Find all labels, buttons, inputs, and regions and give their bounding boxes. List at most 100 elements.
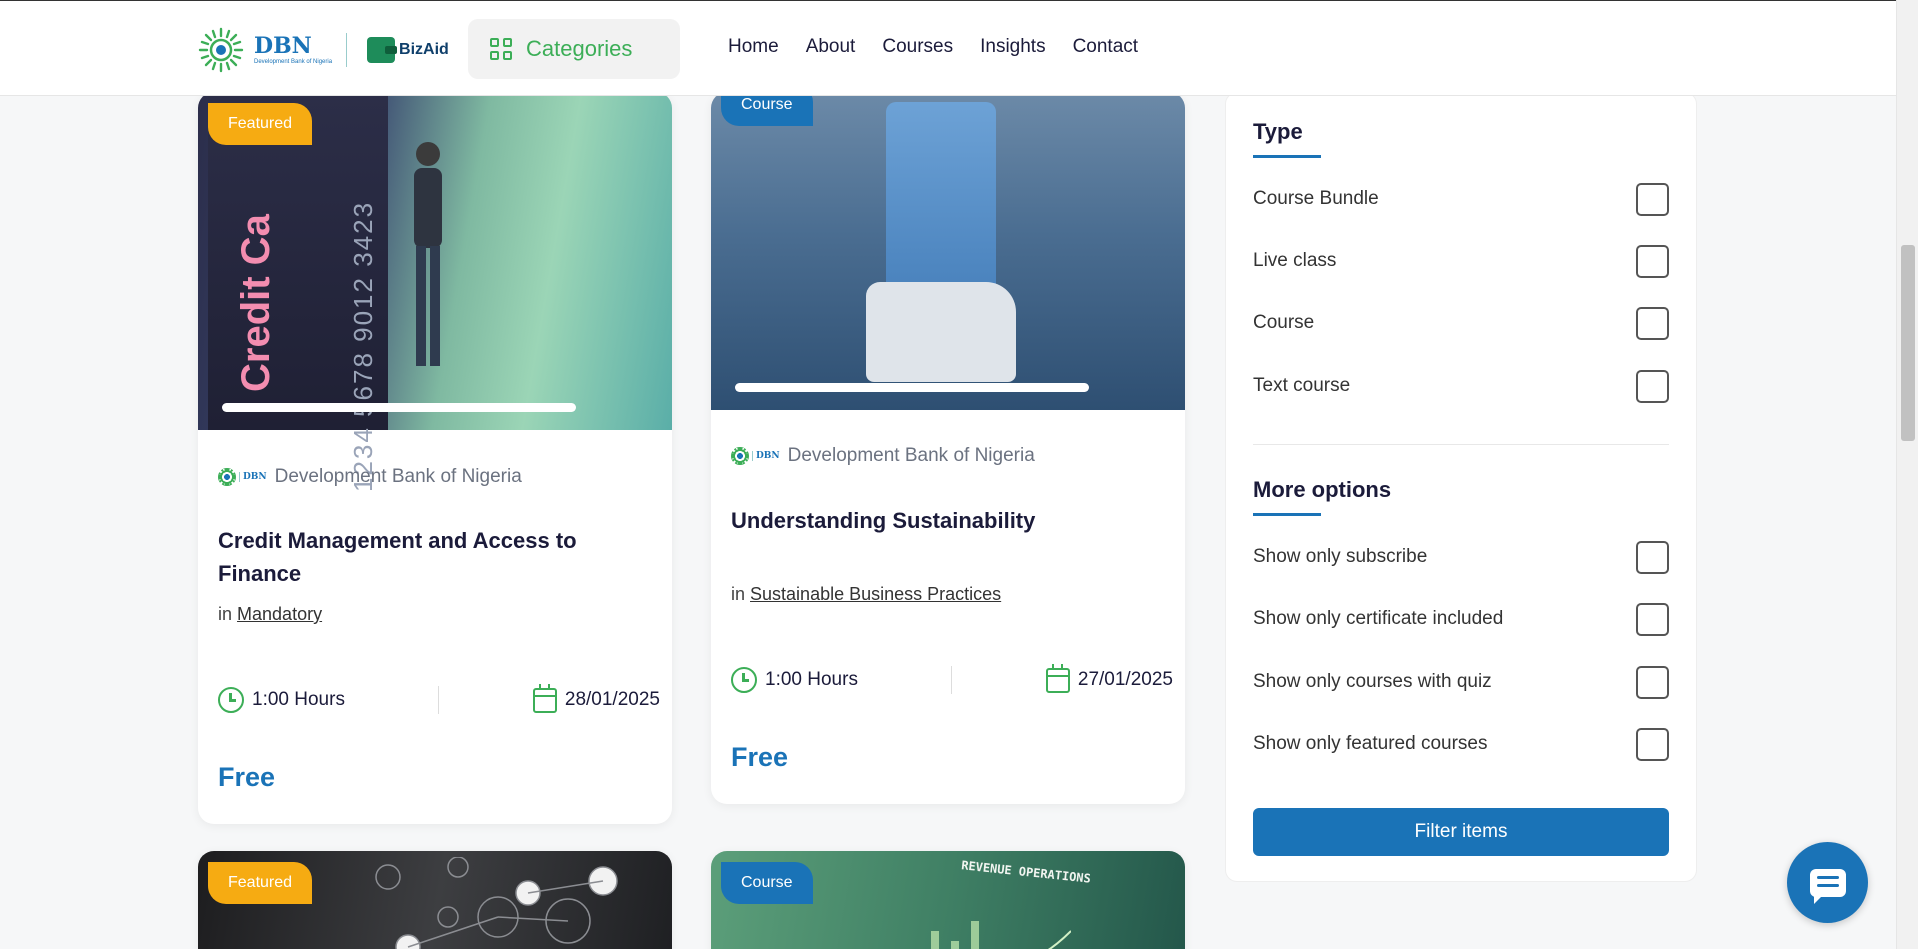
featured-badge: Featured xyxy=(208,862,313,904)
course-price: Free xyxy=(731,742,789,772)
chat-bubble-icon xyxy=(1809,868,1846,904)
section-divider xyxy=(1253,444,1669,445)
course-card[interactable]: REVENUE OPERATIONS Course xyxy=(711,851,1185,949)
course-price: Free xyxy=(218,762,276,792)
course-type-badge: Course xyxy=(721,92,813,126)
course-provider[interactable]: DBN Development Bank of Nigeria xyxy=(731,445,1035,467)
site-logo[interactable]: DBN Development Bank of Nigeria BizAid xyxy=(198,27,449,73)
date-text: 28/01/2025 xyxy=(564,689,660,710)
option-label: Course Bundle xyxy=(1253,188,1379,209)
category-prefix: in xyxy=(731,584,746,604)
filter-option-subscribe[interactable]: Show only subscribe xyxy=(1253,539,1669,575)
course-meta: 1:00 Hours 27/01/2025 xyxy=(731,663,1173,696)
chat-button[interactable] xyxy=(1787,842,1868,923)
filter-items-button[interactable]: Filter items xyxy=(1253,808,1669,856)
course-thumbnail[interactable] xyxy=(711,92,1185,410)
grid-icon xyxy=(490,38,512,60)
more-options-title: More options xyxy=(1253,477,1392,502)
thumbnail-number: 1234 5678 9012 3423 xyxy=(348,200,378,492)
option-label: Live class xyxy=(1253,250,1337,271)
course-date: 27/01/2025 xyxy=(1045,663,1173,693)
category-link[interactable]: Mandatory xyxy=(237,604,322,624)
provider-name: Development Bank of Nigeria xyxy=(787,445,1035,466)
dbn-sun-logo-icon xyxy=(198,27,244,73)
course-card[interactable]: Featured xyxy=(198,851,672,949)
categories-label: Categories xyxy=(526,36,633,61)
course-filter-panel: Type Course Bundle Live class Course Tex… xyxy=(1225,92,1697,882)
checkbox[interactable] xyxy=(1636,602,1669,636)
network-people-illustration xyxy=(375,857,618,949)
calendar-icon xyxy=(1045,663,1070,693)
bizaid-logo-text: BizAid xyxy=(399,41,449,58)
thumbnail-text: Credit Ca xyxy=(234,214,278,392)
filter-option-quiz[interactable]: Show only courses with quiz xyxy=(1253,664,1669,700)
main-nav: Home About Courses Insights Contact xyxy=(728,36,1138,58)
provider-logo-text: DBN xyxy=(752,451,780,461)
dbn-wordmark: DBN Development Bank of Nigeria xyxy=(254,35,332,65)
filter-option-course-bundle[interactable]: Course Bundle xyxy=(1253,181,1669,217)
checkbox[interactable] xyxy=(1636,306,1669,340)
checkbox[interactable] xyxy=(1636,182,1669,216)
checkbox[interactable] xyxy=(1636,540,1669,574)
course-card[interactable]: Credit Ca 1234 5678 9012 3423 Featured D… xyxy=(198,92,672,824)
option-label: Show only courses with quiz xyxy=(1253,671,1492,692)
scrollbar-thumb[interactable] xyxy=(1901,245,1915,441)
dbn-logo-icon: DBN xyxy=(218,468,267,486)
option-label: Show only featured courses xyxy=(1253,733,1488,754)
filter-option-course[interactable]: Course xyxy=(1253,305,1669,341)
course-title[interactable]: Credit Management and Access to Finance xyxy=(218,524,652,590)
dbn-logo-text: DBN xyxy=(254,33,312,59)
sewing-machine-illustration xyxy=(866,282,1016,382)
nav-home[interactable]: Home xyxy=(728,36,779,58)
nav-insights[interactable]: Insights xyxy=(980,36,1045,58)
course-card[interactable]: Course DBN Development Bank of Nigeria U… xyxy=(711,92,1185,804)
duration-text: 1:00 Hours xyxy=(252,689,345,710)
nav-courses[interactable]: Courses xyxy=(882,36,953,58)
course-category: in Mandatory xyxy=(218,604,322,625)
filter-option-certificate[interactable]: Show only certificate included xyxy=(1253,601,1669,637)
checkbox[interactable] xyxy=(1636,244,1669,278)
clock-icon xyxy=(218,687,244,713)
course-meta: 1:00 Hours 28/01/2025 xyxy=(218,683,660,716)
checkbox[interactable] xyxy=(1636,369,1669,403)
course-provider[interactable]: DBN Development Bank of Nigeria xyxy=(218,466,522,488)
course-type-badge: Course xyxy=(721,862,813,904)
progress-bar xyxy=(735,383,1089,392)
checkbox[interactable] xyxy=(1636,727,1669,761)
duration-text: 1:00 Hours xyxy=(765,669,858,690)
date-text: 27/01/2025 xyxy=(1077,669,1173,690)
site-header: DBN Development Bank of Nigeria BizAid C… xyxy=(0,0,1896,96)
checkbox[interactable] xyxy=(1636,665,1669,699)
filter-option-featured[interactable]: Show only featured courses xyxy=(1253,726,1669,762)
course-title[interactable]: Understanding Sustainability xyxy=(731,504,1165,537)
course-category: in Sustainable Business Practices xyxy=(731,584,1001,605)
page-scrollbar[interactable] xyxy=(1896,0,1918,949)
type-filter-title: Type xyxy=(1253,119,1303,144)
nav-contact[interactable]: Contact xyxy=(1073,36,1138,58)
title-underline xyxy=(1253,155,1321,158)
wallet-icon xyxy=(367,37,398,63)
course-duration: 1:00 Hours xyxy=(218,687,345,713)
filter-option-live-class[interactable]: Live class xyxy=(1253,243,1669,279)
calendar-icon xyxy=(532,683,557,713)
option-label: Show only subscribe xyxy=(1253,546,1428,567)
meta-divider xyxy=(951,666,953,694)
dbn-logo-icon: DBN xyxy=(731,447,780,465)
nav-about[interactable]: About xyxy=(806,36,856,58)
category-link[interactable]: Sustainable Business Practices xyxy=(750,584,1001,604)
categories-button[interactable]: Categories xyxy=(468,19,680,79)
provider-logo-text: DBN xyxy=(239,472,267,482)
featured-badge: Featured xyxy=(208,103,313,145)
option-label: Show only certificate included xyxy=(1253,608,1504,629)
title-underline xyxy=(1253,513,1321,516)
provider-name: Development Bank of Nigeria xyxy=(274,466,522,487)
bizaid-logo: BizAid xyxy=(367,37,449,63)
dbn-logo-subtitle: Development Bank of Nigeria xyxy=(254,59,333,65)
category-prefix: in xyxy=(218,604,233,624)
clock-icon xyxy=(731,667,757,693)
option-label: Text course xyxy=(1253,375,1351,396)
filter-option-text-course[interactable]: Text course xyxy=(1253,368,1669,404)
course-duration: 1:00 Hours xyxy=(731,667,858,693)
thumbnail-text: REVENUE OPERATIONS xyxy=(960,858,1092,886)
option-label: Course xyxy=(1253,312,1315,333)
